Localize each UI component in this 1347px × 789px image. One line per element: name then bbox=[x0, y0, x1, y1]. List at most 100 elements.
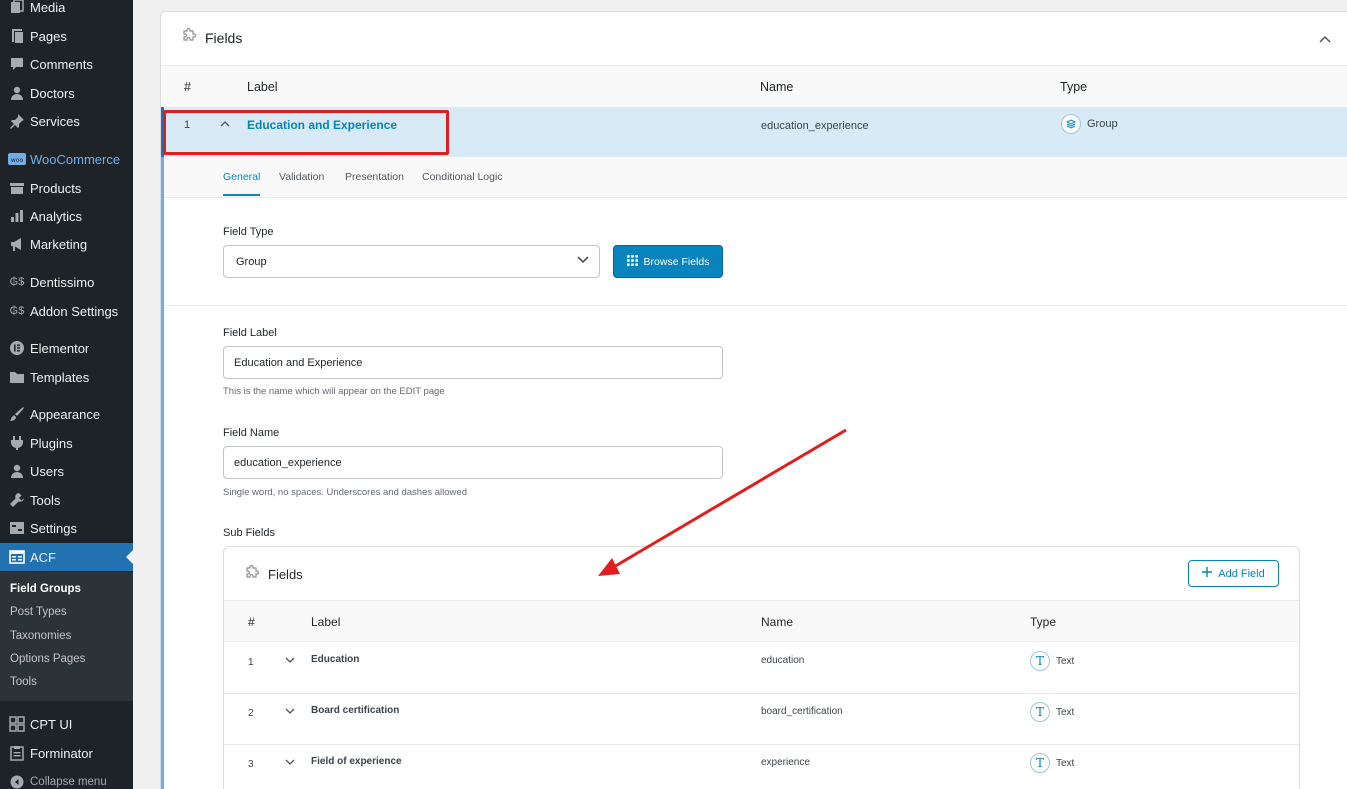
collapse-panel-icon[interactable] bbox=[1319, 30, 1331, 48]
menu-label: Marketing bbox=[30, 236, 88, 252]
menu-users[interactable]: Users bbox=[0, 457, 133, 485]
menu-label: Products bbox=[30, 180, 82, 196]
sub-field-type: T Text bbox=[1030, 753, 1074, 773]
menu-label: CPT UI bbox=[30, 716, 73, 732]
tab-conditional-logic[interactable]: Conditional Logic bbox=[422, 171, 503, 183]
tab-general[interactable]: General bbox=[223, 171, 261, 196]
menu-analytics[interactable]: Analytics bbox=[0, 202, 133, 230]
acf-icon bbox=[6, 549, 28, 565]
menu-label: Services bbox=[30, 113, 80, 129]
sub-field-label-link[interactable]: Field of experience bbox=[311, 756, 402, 767]
menu-label: Analytics bbox=[30, 208, 83, 224]
menu-forminator[interactable]: Forminator bbox=[0, 739, 133, 767]
menu-label: Dentissimo bbox=[30, 274, 95, 290]
menu-comments[interactable]: Comments bbox=[0, 50, 133, 78]
folder-icon bbox=[6, 369, 28, 385]
user-icon bbox=[6, 85, 28, 101]
submenu-options-pages[interactable]: Options Pages bbox=[10, 653, 85, 665]
menu-settings[interactable]: Settings bbox=[0, 514, 133, 542]
field-name-input[interactable]: education_experience bbox=[223, 446, 723, 479]
menu-appearance[interactable]: Appearance bbox=[0, 400, 133, 428]
submenu-field-groups[interactable]: Field Groups bbox=[10, 583, 81, 595]
menu-label: Comments bbox=[30, 56, 93, 72]
col-type: Type bbox=[1060, 80, 1088, 94]
field-type-select[interactable]: Group bbox=[223, 245, 600, 278]
menu-tools[interactable]: Tools bbox=[0, 486, 133, 514]
grid-dots-icon bbox=[626, 254, 638, 269]
currency-icon: ₲$ bbox=[9, 276, 25, 288]
menu-elementor[interactable]: Elementor bbox=[0, 334, 133, 362]
settings-icon bbox=[6, 520, 28, 536]
analytics-icon bbox=[6, 208, 28, 224]
menu-woocommerce[interactable]: woo WooCommerce bbox=[0, 145, 133, 173]
menu-services[interactable]: Services bbox=[0, 107, 133, 135]
menu-pages[interactable]: Pages bbox=[0, 22, 133, 50]
row-type: Group bbox=[1061, 114, 1118, 134]
sub-field-type: T Text bbox=[1030, 702, 1074, 722]
sub-field-type-label: Text bbox=[1056, 757, 1075, 769]
collapse-menu[interactable]: Collapse menu bbox=[0, 768, 133, 789]
col-num: # bbox=[184, 80, 191, 94]
row-accent-bar bbox=[161, 157, 164, 789]
menu-label: Addon Settings bbox=[30, 303, 119, 319]
panel-header: Fields bbox=[181, 27, 243, 47]
text-type-icon: T bbox=[1030, 753, 1050, 773]
browse-fields-button[interactable]: Browse Fields bbox=[613, 245, 723, 278]
plus-icon bbox=[1202, 567, 1213, 580]
settings-tabs: General Validation Presentation Conditio… bbox=[164, 157, 1347, 198]
sub-fields-table-header: # Label Name Type bbox=[224, 600, 1299, 642]
panel-title: Fields bbox=[205, 29, 243, 46]
sub-field-label-link[interactable]: Education bbox=[311, 654, 359, 665]
menu-label: Plugins bbox=[30, 435, 73, 451]
add-field-button[interactable]: Add Field bbox=[1188, 560, 1279, 587]
menu-label: Settings bbox=[30, 520, 77, 536]
pin-icon bbox=[6, 113, 28, 129]
col-name: Name bbox=[761, 615, 794, 629]
products-icon bbox=[6, 180, 28, 196]
submenu-post-types[interactable]: Post Types bbox=[10, 606, 67, 618]
grid-icon bbox=[6, 716, 28, 732]
menu-cpt-ui[interactable]: CPT UI bbox=[0, 710, 133, 738]
sub-field-row[interactable]: 3 Field of experience experience T Text bbox=[224, 745, 1299, 789]
sub-field-label-link[interactable]: Board certification bbox=[311, 705, 399, 716]
currency-icon: ₲$ bbox=[9, 305, 25, 317]
chevron-down-icon[interactable] bbox=[285, 656, 295, 667]
menu-templates[interactable]: Templates bbox=[0, 363, 133, 391]
menu-label: Pages bbox=[30, 28, 67, 44]
row-number: 1 bbox=[248, 657, 254, 668]
row-number: 3 bbox=[248, 759, 254, 770]
sub-field-name: experience bbox=[761, 757, 810, 768]
menu-addon-settings[interactable]: ₲$ Addon Settings bbox=[0, 297, 133, 325]
acf-submenu: Field Groups Post Types Taxonomies Optio… bbox=[0, 572, 133, 701]
browse-fields-label: Browse Fields bbox=[643, 255, 710, 268]
menu-acf[interactable]: ACF bbox=[0, 543, 133, 571]
tab-validation[interactable]: Validation bbox=[279, 171, 324, 183]
menu-media[interactable]: Media bbox=[0, 0, 133, 21]
wrench-icon bbox=[6, 492, 28, 508]
sub-fields-title: Fields bbox=[268, 567, 303, 582]
submenu-tools[interactable]: Tools bbox=[10, 676, 37, 688]
col-label: Label bbox=[311, 615, 341, 629]
sub-field-row[interactable]: 2 Board certification board_certificatio… bbox=[224, 694, 1299, 745]
field-type-label: Field Type bbox=[223, 226, 274, 238]
menu-dentissimo[interactable]: ₲$ Dentissimo bbox=[0, 268, 133, 296]
chevron-down-icon[interactable] bbox=[285, 707, 295, 718]
sub-fields-header: Fields bbox=[244, 564, 303, 584]
field-name-help: Single word, no spaces. Underscores and … bbox=[223, 487, 467, 498]
menu-marketing[interactable]: Marketing bbox=[0, 230, 133, 258]
menu-doctors[interactable]: Doctors bbox=[0, 79, 133, 107]
col-name: Name bbox=[760, 80, 794, 94]
sub-fields-label: Sub Fields bbox=[223, 527, 275, 539]
col-type: Type bbox=[1030, 615, 1057, 629]
sub-field-row[interactable]: 1 Education education T Text bbox=[224, 643, 1299, 694]
menu-label: Users bbox=[30, 463, 64, 479]
chevron-down-icon[interactable] bbox=[285, 758, 295, 769]
menu-plugins[interactable]: Plugins bbox=[0, 429, 133, 457]
field-label-input[interactable]: Education and Experience bbox=[223, 346, 723, 379]
submenu-taxonomies[interactable]: Taxonomies bbox=[10, 630, 71, 642]
text-type-icon: T bbox=[1030, 651, 1050, 671]
menu-products[interactable]: Products bbox=[0, 174, 133, 202]
field-label-label: Field Label bbox=[223, 327, 277, 339]
tab-presentation[interactable]: Presentation bbox=[345, 171, 404, 183]
field-label-value: Education and Experience bbox=[234, 356, 363, 369]
